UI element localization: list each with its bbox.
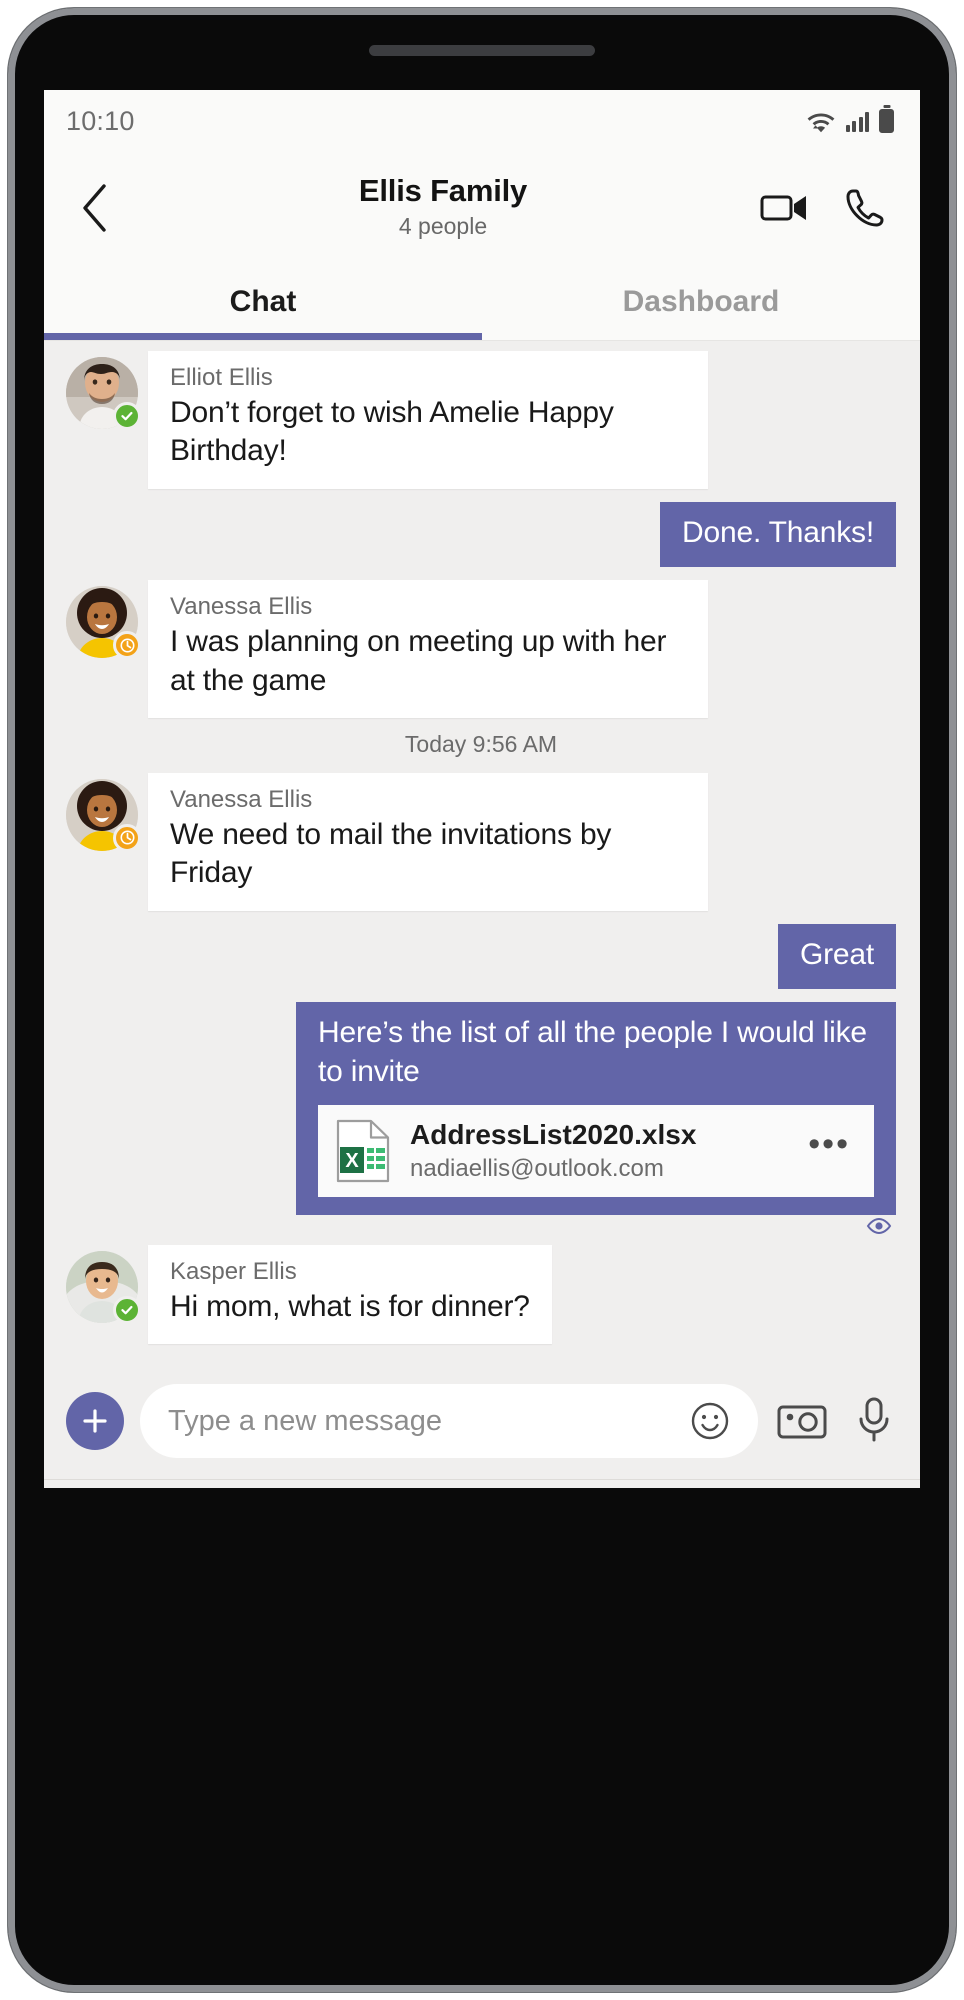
microphone-icon[interactable] bbox=[846, 1393, 902, 1449]
message-text: Done. Thanks! bbox=[682, 515, 874, 549]
file-name: AddressList2020.xlsx bbox=[410, 1119, 697, 1151]
message-input[interactable] bbox=[168, 1404, 672, 1438]
tab-dashboard[interactable]: Dashboard bbox=[482, 264, 920, 340]
sender-name: Elliot Ellis bbox=[170, 364, 273, 391]
earpiece-speaker bbox=[369, 45, 595, 56]
message-text: Don’t forget to wish Amelie Happy Birthd… bbox=[170, 396, 614, 468]
message-row: Here’s the list of all the people I woul… bbox=[66, 1002, 896, 1215]
message-bubble-incoming[interactable]: Vanessa Ellis I was planning on meeting … bbox=[148, 580, 708, 718]
message-row: Done. Thanks! bbox=[66, 501, 896, 568]
status-icons bbox=[806, 109, 894, 133]
message-list[interactable]: Elliot Ellis Don’t forget to wish Amelie… bbox=[44, 341, 920, 1363]
back-button[interactable] bbox=[64, 177, 126, 239]
message-bubble-outgoing[interactable]: Done. Thanks! bbox=[660, 501, 896, 568]
phone-screen: 10:10 Ellis Family 4 people Chat Dashboa… bbox=[44, 90, 920, 1488]
file-more-options-button[interactable]: ••• bbox=[804, 1125, 858, 1176]
member-count: 4 people bbox=[398, 213, 488, 240]
tab-chat[interactable]: Chat bbox=[44, 264, 482, 340]
sender-name: Vanessa Ellis bbox=[170, 593, 313, 621]
status-time: 10:10 bbox=[66, 105, 135, 136]
message-text: We need to mail the invitations by Frida… bbox=[170, 817, 612, 890]
camera-icon[interactable] bbox=[774, 1393, 830, 1449]
phone-frame: 10:10 Ellis Family 4 people Chat Dashboa… bbox=[8, 8, 956, 1992]
file-meta: AddressList2020.xlsx nadiaellis@outlook.… bbox=[410, 1119, 786, 1182]
message-bubble-incoming[interactable]: Kasper Ellis Hi mom, what is for dinner? bbox=[148, 1244, 552, 1345]
message-composer bbox=[44, 1363, 920, 1479]
audio-call-icon[interactable] bbox=[840, 183, 890, 233]
message-row: Vanessa Ellis We need to mail the invita… bbox=[66, 772, 896, 911]
presence-badge-available bbox=[113, 402, 141, 430]
file-owner: nadiaellis@outlook.com bbox=[410, 1154, 664, 1182]
avatar[interactable] bbox=[66, 586, 141, 660]
battery-icon bbox=[879, 109, 894, 133]
message-row: Elliot Ellis Don’t forget to wish Amelie… bbox=[66, 351, 896, 489]
avatar[interactable] bbox=[66, 1250, 141, 1324]
header-actions bbox=[760, 183, 894, 233]
status-bar: 10:10 bbox=[44, 90, 920, 152]
header-center[interactable]: Ellis Family 4 people bbox=[126, 172, 760, 240]
wifi-icon bbox=[806, 109, 836, 133]
message-bubble-incoming[interactable]: Vanessa Ellis We need to mail the invita… bbox=[148, 772, 708, 911]
message-timestamp: Today 9:56 AM bbox=[404, 730, 558, 757]
message-text: Great bbox=[799, 937, 874, 971]
avatar[interactable] bbox=[66, 357, 141, 430]
video-call-icon[interactable] bbox=[760, 183, 810, 233]
message-text: I was planning on meeting up with her at… bbox=[170, 625, 667, 697]
chat-header: Ellis Family 4 people bbox=[44, 152, 920, 264]
presence-badge-away bbox=[113, 823, 141, 852]
avatar[interactable] bbox=[66, 778, 141, 852]
message-row: Kasper Ellis Hi mom, what is for dinner? bbox=[66, 1244, 896, 1345]
cellular-signal-icon bbox=[845, 111, 869, 132]
sender-name: Vanessa Ellis bbox=[170, 785, 313, 813]
page-title: Ellis Family bbox=[358, 172, 528, 208]
message-bubble-outgoing-attachment[interactable]: Here’s the list of all the people I woul… bbox=[296, 1002, 896, 1215]
message-row: Great bbox=[66, 923, 896, 990]
message-text: Here’s the list of all the people I woul… bbox=[318, 1016, 867, 1088]
message-bubble-incoming[interactable]: Elliot Ellis Don’t forget to wish Amelie… bbox=[148, 351, 708, 489]
svg-text:X: X bbox=[345, 1150, 359, 1172]
seen-eye-icon bbox=[866, 1217, 892, 1235]
add-attachment-button[interactable] bbox=[66, 1392, 124, 1450]
android-nav-bar bbox=[44, 1480, 920, 1488]
tab-active-indicator bbox=[44, 333, 482, 340]
file-attachment-card[interactable]: X AddressList2020.xlsx nadiaellis@outloo… bbox=[318, 1104, 874, 1197]
sender-name: Kasper Ellis bbox=[170, 1257, 297, 1285]
excel-file-icon: X bbox=[334, 1119, 392, 1183]
message-row: Vanessa Ellis I was planning on meeting … bbox=[66, 580, 896, 718]
emoji-icon[interactable] bbox=[682, 1393, 738, 1449]
message-text: Hi mom, what is for dinner? bbox=[170, 1289, 530, 1323]
presence-badge-away bbox=[113, 631, 141, 660]
message-input-pill[interactable] bbox=[140, 1384, 758, 1458]
presence-badge-available bbox=[113, 1295, 141, 1324]
message-bubble-outgoing[interactable]: Great bbox=[777, 923, 896, 990]
seen-row bbox=[66, 1217, 896, 1239]
tab-bar: Chat Dashboard bbox=[44, 264, 920, 340]
